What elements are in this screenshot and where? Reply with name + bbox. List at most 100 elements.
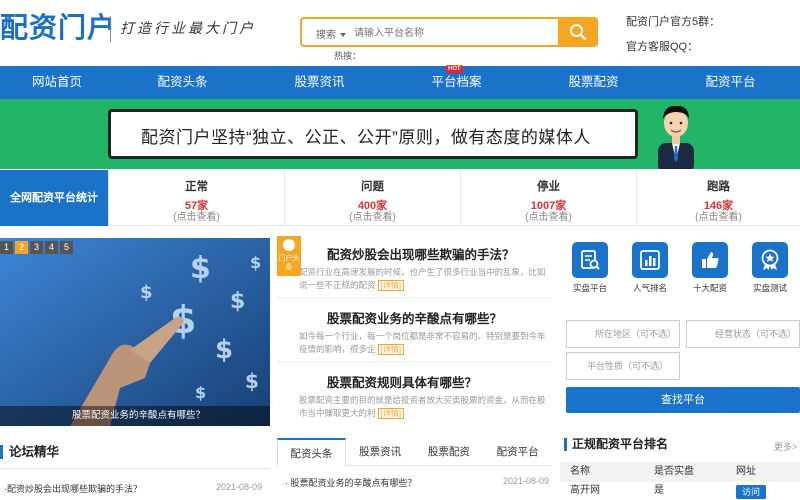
article-title[interactable]: 配资炒股会出现哪些欺骗的手法？ — [327, 244, 515, 263]
search-box: 搜索 — [300, 17, 598, 47]
site-slogan: 打造行业最大门户 — [120, 21, 256, 37]
svg-text:$: $ — [140, 282, 153, 303]
stat-label: 跑路 — [707, 181, 730, 193]
badge-dot-icon — [283, 239, 295, 251]
svg-text:$: $ — [215, 335, 233, 365]
qq-group-label: 配资门户官方5群： — [626, 16, 721, 28]
ranking-col-name: 名称 — [570, 466, 590, 477]
slider-dot[interactable]: 3 — [30, 241, 43, 254]
stat-hint: (点击查看) — [173, 212, 220, 223]
tool-label: 十大配资 — [692, 283, 727, 293]
article-item[interactable]: 配资炒股会出现哪些欺骗的手法？ 配资行业在高速发展的时候，也产生了很多行业当中的… — [277, 236, 552, 298]
search-button[interactable] — [558, 17, 598, 47]
tool-top-ten[interactable]: 十大配资 — [680, 236, 740, 298]
logo-divider — [110, 16, 111, 42]
slider-dot[interactable]: 4 — [45, 241, 58, 254]
slider-dot[interactable]: 1 — [0, 241, 13, 254]
forum-item[interactable]: ·配资炒股会出现哪些欺骗的手法？ — [4, 482, 142, 495]
article-more-link[interactable]: [详情] — [377, 408, 404, 419]
forum-section: 论坛精华 ·配资炒股会出现哪些欺骗的手法？ 2021-08-09 — [0, 438, 270, 500]
nav-item-stock-margin[interactable]: 股票配资 — [525, 66, 662, 99]
svg-text:$: $ — [190, 251, 211, 286]
ranking-header: 名称 是否实盘 网址 — [560, 462, 800, 482]
search-doc-icon — [572, 242, 608, 278]
slider-dot-active[interactable]: 2 — [15, 241, 28, 254]
nav-item-headlines[interactable]: 配资头条 — [114, 66, 251, 99]
banner-text: 配资门户坚持“独立、公正、公开”原则，做有态度的媒体人 — [141, 128, 591, 147]
hot-badge: HOT — [446, 65, 463, 73]
stat-label: 停业 — [537, 181, 560, 193]
tool-label: 实盘测试 — [752, 283, 787, 293]
banner-speech-bubble: 配资门户坚持“独立、公正、公开”原则，做有态度的媒体人 — [108, 109, 638, 159]
stat-closed[interactable]: 停业 1007家 (点击查看) — [460, 170, 636, 226]
article-summary-text: 如今每一个行业，每一个岗位都是非常不容易的。特别是要到今年疫情的影响，很多企 — [299, 331, 546, 354]
tab-stock-margin[interactable]: 股票配资 — [415, 438, 484, 466]
article-item[interactable]: 股票配资业务的辛酸点有哪些？ 如今每一个行业，每一个岗位都是非常不容易的。特别是… — [277, 300, 552, 362]
tab-list-date: 2021-08-09 — [503, 476, 550, 486]
tool-label: 实盘平台 — [572, 283, 607, 293]
image-slider[interactable]: $ $ $ $ $ $ $ $ — [0, 238, 270, 426]
headline-badge: 门户头条 — [277, 236, 301, 276]
chart-doc-icon — [632, 242, 668, 278]
nav-item-home[interactable]: 网站首页 — [0, 66, 114, 99]
article-summary: 配资行业在高速发展的时候，也产生了很多行业当中的乱象，比如说一些不正规的配资 [详… — [299, 266, 547, 292]
platform-ranking: 正规配资平台排名 更多> 名称 是否实盘 网址 高开网 是 访问 — [560, 432, 800, 500]
article-title[interactable]: 股票配资业务的辛酸点有哪些？ — [327, 308, 502, 327]
ranking-row: 高开网 是 访问 — [560, 482, 800, 500]
slider-caption[interactable]: 股票配资业务的辛酸点有哪些？ — [0, 406, 270, 426]
article-summary-text: 配资行业在高速发展的时候，也产生了很多行业当中的乱象，比如说一些不正规的配资 — [299, 267, 546, 290]
slider-pagination: 1 2 3 4 5 — [0, 241, 75, 254]
article-more-link[interactable]: [详情] — [377, 344, 404, 355]
stat-fled[interactable]: 跑路 146家 (点击查看) — [636, 170, 800, 226]
find-platform-button[interactable]: 查找平台 — [566, 387, 800, 413]
forum-title: 论坛精华 — [0, 445, 59, 459]
article-item[interactable]: 股票配资规则具体有哪些？ 股票配资主要的目的就是给投资者放大买卖股票的资金，从而… — [277, 364, 552, 426]
tool-real-test[interactable]: 实盘测试 — [740, 236, 800, 298]
svg-text:$: $ — [245, 369, 259, 393]
tab-headlines[interactable]: 配资头条 — [277, 438, 346, 467]
search-type-label: 搜索 — [316, 30, 336, 41]
stat-hint: (点击查看) — [349, 212, 396, 223]
tab-stock-news[interactable]: 股票资讯 — [346, 438, 415, 466]
nature-select[interactable]: 平台性质（可不选） — [566, 352, 680, 380]
article-summary-text: 股票配资主要的目的就是给投资者放大买卖股票的资金，从而在股市当中赚取更大的利 — [299, 395, 546, 418]
nav-item-platforms[interactable]: 配资平台 — [662, 66, 799, 99]
ranking-platform-name[interactable]: 高开网 — [570, 482, 600, 500]
tab-bar: 配资头条 股票资讯 股票配资 配资平台 — [277, 438, 552, 467]
stat-normal[interactable]: 正常 57家 (点击查看) — [108, 170, 284, 226]
thumbs-up-icon — [692, 242, 728, 278]
slider-image: $ $ $ $ $ $ $ $ — [0, 238, 270, 426]
stats-title: 全网配资平台统计 — [0, 170, 108, 226]
businessman-illustration — [658, 105, 694, 169]
nav-item-stock-news[interactable]: 股票资讯 — [251, 66, 388, 99]
page: 配资门户 打造行业最大门户 搜索 热搜： 配资门户官方5群： 官方客服QQ： 网… — [0, 0, 800, 500]
tab-platforms[interactable]: 配资平台 — [483, 438, 552, 466]
stat-count: 146家 — [703, 200, 734, 212]
article-summary: 如今每一个行业，每一个岗位都是非常不容易的。特别是要到今年疫情的影响，很多企 [详… — [299, 330, 547, 356]
article-summary: 股票配资主要的目的就是给投资者放大买卖股票的资金，从而在股市当中赚取更大的利 [详… — [299, 394, 547, 420]
header: 配资门户 打造行业最大门户 搜索 热搜： 配资门户官方5群： 官方客服QQ： — [0, 0, 800, 66]
tab-list-item[interactable]: · 股票配资业务的辛酸点有哪些？ — [285, 476, 417, 489]
stat-problem[interactable]: 问题 400家 (点击查看) — [284, 170, 460, 226]
svg-text:$: $ — [195, 383, 206, 402]
visit-button[interactable]: 访问 — [736, 485, 766, 499]
tool-real-platform[interactable]: 实盘平台 — [560, 236, 620, 298]
ranking-real-value: 是 — [654, 485, 664, 496]
article-title[interactable]: 股票配资规则具体有哪些？ — [327, 372, 477, 391]
ranking-col-url: 网址 — [736, 466, 756, 477]
search-type-select[interactable]: 搜索 — [316, 26, 346, 41]
news-tabs: 配资头条 股票资讯 股票配资 配资平台 · 股票配资业务的辛酸点有哪些？ 202… — [277, 438, 552, 500]
status-select[interactable]: 经营状态（可不选） — [686, 320, 800, 348]
article-more-link[interactable]: [详情] — [377, 280, 404, 291]
promo-banner[interactable]: 配资门户坚持“独立、公正、公开”原则，做有态度的媒体人 — [0, 99, 800, 169]
badge-star-icon — [752, 242, 788, 278]
nav-item-platform-archive[interactable]: HOT 平台档案 — [388, 65, 525, 99]
nav-item-platform-archive-label: 平台档案 — [431, 75, 482, 89]
ranking-more-link[interactable]: 更多> — [774, 440, 797, 453]
main-nav: 网站首页 配资头条 股票资讯 HOT 平台档案 股票配资 配资平台 — [0, 65, 800, 99]
tool-popularity-rank[interactable]: 人气排名 — [620, 236, 680, 298]
site-logo[interactable]: 配资门户 — [0, 6, 116, 46]
slider-dot[interactable]: 5 — [60, 241, 73, 254]
search-input[interactable] — [354, 24, 554, 42]
region-select[interactable]: 所在地区（可不选） — [566, 320, 680, 348]
